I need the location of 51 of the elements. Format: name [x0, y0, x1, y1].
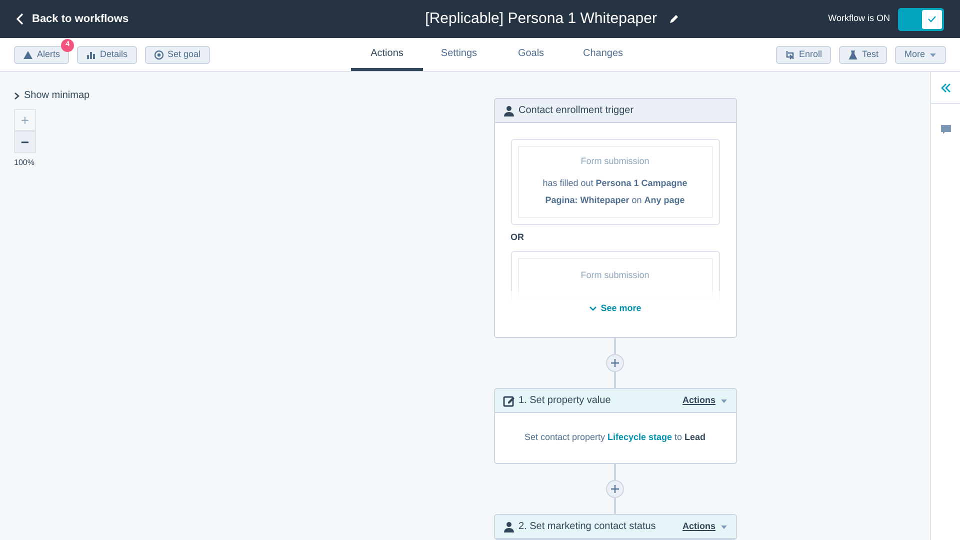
toolbar-button[interactable]: Test: [838, 46, 888, 64]
double-chevron-left-icon: [940, 82, 952, 94]
toolbar-button[interactable]: Alerts: [14, 46, 70, 64]
toolbar-button[interactable]: Details: [77, 46, 137, 64]
caret-icon: [929, 50, 937, 58]
card-title: Contact enrollment trigger: [518, 104, 634, 118]
caret-icon: [720, 522, 728, 530]
tab[interactable]: Actions: [351, 38, 423, 71]
chevron-left-icon: [16, 13, 24, 25]
plus-icon: [611, 359, 619, 367]
tab[interactable]: Changes: [567, 38, 639, 71]
plus-icon: [611, 485, 619, 493]
condition-type: Form submission: [580, 268, 650, 282]
add-step-button[interactable]: [606, 480, 624, 498]
actions-menu[interactable]: Actions: [682, 520, 728, 534]
add-step-button[interactable]: [606, 354, 624, 372]
target-icon: [154, 50, 164, 60]
edit-icon: [502, 394, 514, 406]
zoom-out-button[interactable]: −: [14, 131, 36, 153]
chevron-down-icon: [588, 306, 597, 312]
enroll-icon: [784, 50, 795, 60]
condition-text: has filled out Persona 1 Campagne Pagina: Whitepaper on Any page: [542, 176, 688, 207]
workflow-title: [Replicable] Persona 1 Whitepaper: [425, 8, 657, 29]
card-title: 1. Set property value: [518, 394, 612, 408]
toolbar-button[interactable]: Set goal: [144, 46, 210, 64]
warning-icon: [23, 50, 33, 60]
bar-chart-icon: [86, 50, 96, 60]
zoom-level: 100%: [14, 157, 34, 169]
toolbar-button[interactable]: More: [895, 46, 946, 64]
tab[interactable]: Goals: [495, 38, 567, 71]
person-icon: [502, 520, 514, 532]
comment-icon[interactable]: [940, 124, 952, 136]
pencil-icon[interactable]: [668, 14, 679, 24]
flask-icon: [848, 50, 858, 60]
back-link[interactable]: Back to workflows: [16, 10, 316, 28]
tab[interactable]: Settings: [423, 38, 495, 71]
action-description: Set contact property Lifecycle stage to Lead: [524, 431, 706, 444]
minimap-toggle[interactable]: Show minimap: [14, 88, 90, 103]
workflow-toggle[interactable]: [898, 8, 944, 30]
card-title: 2. Set marketing contact status: [518, 520, 657, 534]
condition-type: Form submission: [580, 155, 650, 168]
or-label: OR: [510, 231, 525, 244]
chevron-right-icon: [14, 92, 20, 100]
workflow-status: Workflow is ON: [828, 12, 890, 26]
see-more-link[interactable]: See more: [588, 303, 642, 315]
caret-icon: [720, 396, 728, 404]
property-link[interactable]: Lifecycle stage: [607, 432, 672, 442]
person-icon: [502, 104, 514, 116]
actions-menu[interactable]: Actions: [682, 394, 728, 408]
check-icon: [927, 14, 937, 24]
toolbar-button[interactable]: Enroll: [776, 46, 831, 64]
